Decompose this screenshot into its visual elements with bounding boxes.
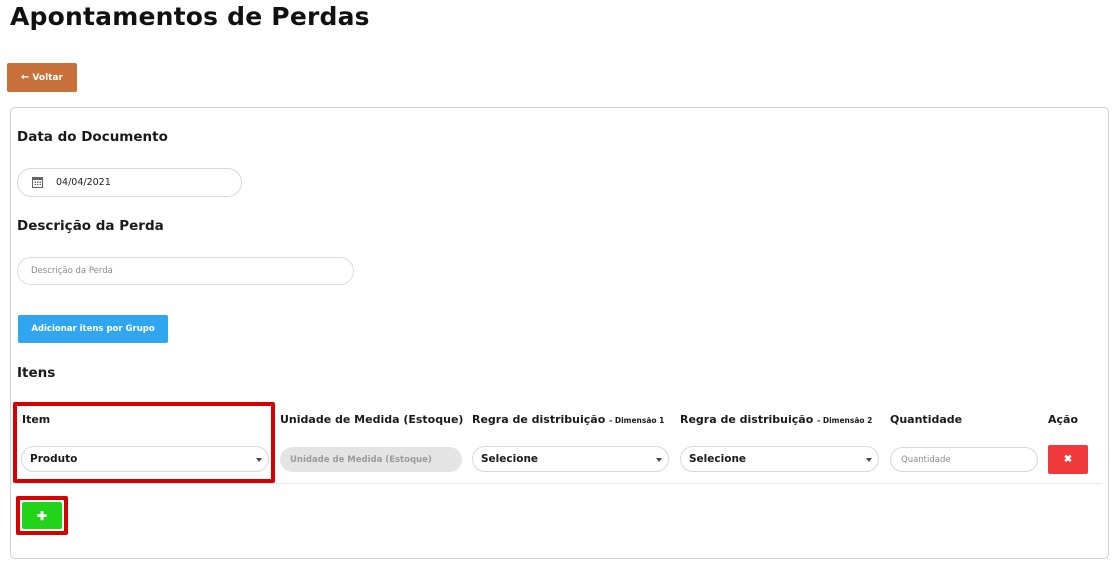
column-header-quantity: Quantidade xyxy=(890,413,963,426)
rule2-select-value: Selecione xyxy=(689,453,747,465)
date-value: 04/04/2021 xyxy=(56,177,111,188)
add-items-by-group-button[interactable]: Adicionar itens por Grupo xyxy=(18,315,168,343)
back-button-label: Voltar xyxy=(32,72,63,83)
date-label: Data do Documento xyxy=(17,129,168,145)
chevron-down-icon xyxy=(866,458,872,462)
back-button[interactable]: ← Voltar xyxy=(7,63,77,92)
column-header-rule2-label: Regra de distribuição xyxy=(680,413,814,426)
column-header-unit: Unidade de Medida (Estoque) xyxy=(280,413,464,426)
calendar-icon xyxy=(32,177,43,188)
close-icon: ✖ xyxy=(1063,454,1073,465)
rule2-select[interactable]: Selecione xyxy=(680,446,879,472)
column-header-action: Ação xyxy=(1048,413,1079,426)
chevron-down-icon xyxy=(656,458,662,462)
rule1-select-value: Selecione xyxy=(481,453,539,465)
quantity-input[interactable] xyxy=(890,447,1038,472)
unit-of-measure-field xyxy=(280,447,462,472)
plus-icon: ✚ xyxy=(36,508,48,523)
arrow-left-icon: ← xyxy=(21,72,30,83)
description-label: Descrição da Perda xyxy=(17,218,164,234)
rule1-select[interactable]: Selecione xyxy=(472,446,669,472)
date-field[interactable]: 04/04/2021 xyxy=(17,168,242,197)
column-header-rule1-label: Regra de distribuição xyxy=(472,413,606,426)
delete-row-button[interactable]: ✖ xyxy=(1048,445,1088,474)
page-title: Apontamentos de Perdas xyxy=(10,2,370,31)
chevron-down-icon xyxy=(256,458,262,462)
items-section-label: Itens xyxy=(17,365,56,381)
description-input[interactable] xyxy=(17,257,354,285)
column-header-rule1-sub: - Dimensão 1 xyxy=(609,416,665,425)
item-select-value: Produto xyxy=(30,453,78,465)
column-header-rule2: Regra de distribuição - Dimensão 2 xyxy=(680,413,872,426)
add-row-button[interactable]: ✚ xyxy=(22,502,62,529)
column-header-rule1: Regra de distribuição - Dimensão 1 xyxy=(472,413,664,426)
column-header-rule2-sub: - Dimensão 2 xyxy=(817,416,873,425)
row-divider xyxy=(16,483,1102,484)
item-select[interactable]: Produto xyxy=(21,446,269,472)
